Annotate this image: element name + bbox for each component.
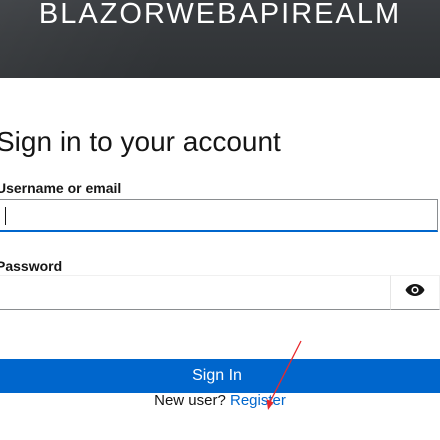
realm-name: BLAZORWEBAPIREALM: [38, 0, 402, 30]
username-input[interactable]: [0, 199, 438, 232]
realm-header: BLAZORWEBAPIREALM: [0, 0, 440, 78]
show-password-button[interactable]: [390, 275, 440, 310]
page-title: Sign in to your account: [0, 126, 281, 157]
password-input[interactable]: [0, 275, 394, 310]
text-caret: [5, 207, 6, 225]
new-user-text: New user?: [154, 392, 226, 409]
password-label: Password: [0, 258, 63, 274]
sign-in-button[interactable]: Sign In: [0, 359, 440, 393]
username-label: Username or email: [0, 180, 122, 196]
register-row: New user? Register: [0, 392, 440, 409]
register-link[interactable]: Register: [230, 392, 286, 409]
eye-icon: [405, 283, 425, 302]
